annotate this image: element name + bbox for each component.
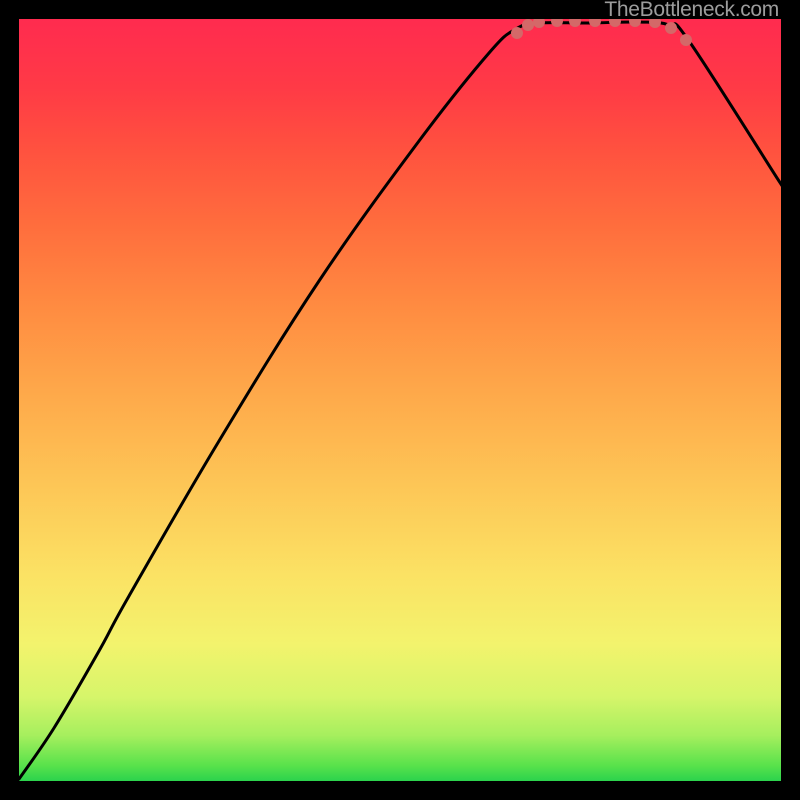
threshold-marker xyxy=(522,19,534,31)
bottleneck-curve-path xyxy=(19,22,781,779)
chart-plot-area xyxy=(19,19,781,781)
threshold-marker xyxy=(569,19,581,27)
attribution-text: TheBottleneck.com xyxy=(604,0,779,22)
threshold-marker xyxy=(589,19,601,27)
threshold-marker xyxy=(551,19,563,27)
bottleneck-curve xyxy=(19,22,781,779)
threshold-marker xyxy=(665,22,677,34)
threshold-marker xyxy=(511,27,523,39)
chart-svg xyxy=(19,19,781,781)
threshold-marker xyxy=(533,19,545,28)
threshold-marker xyxy=(680,34,692,46)
